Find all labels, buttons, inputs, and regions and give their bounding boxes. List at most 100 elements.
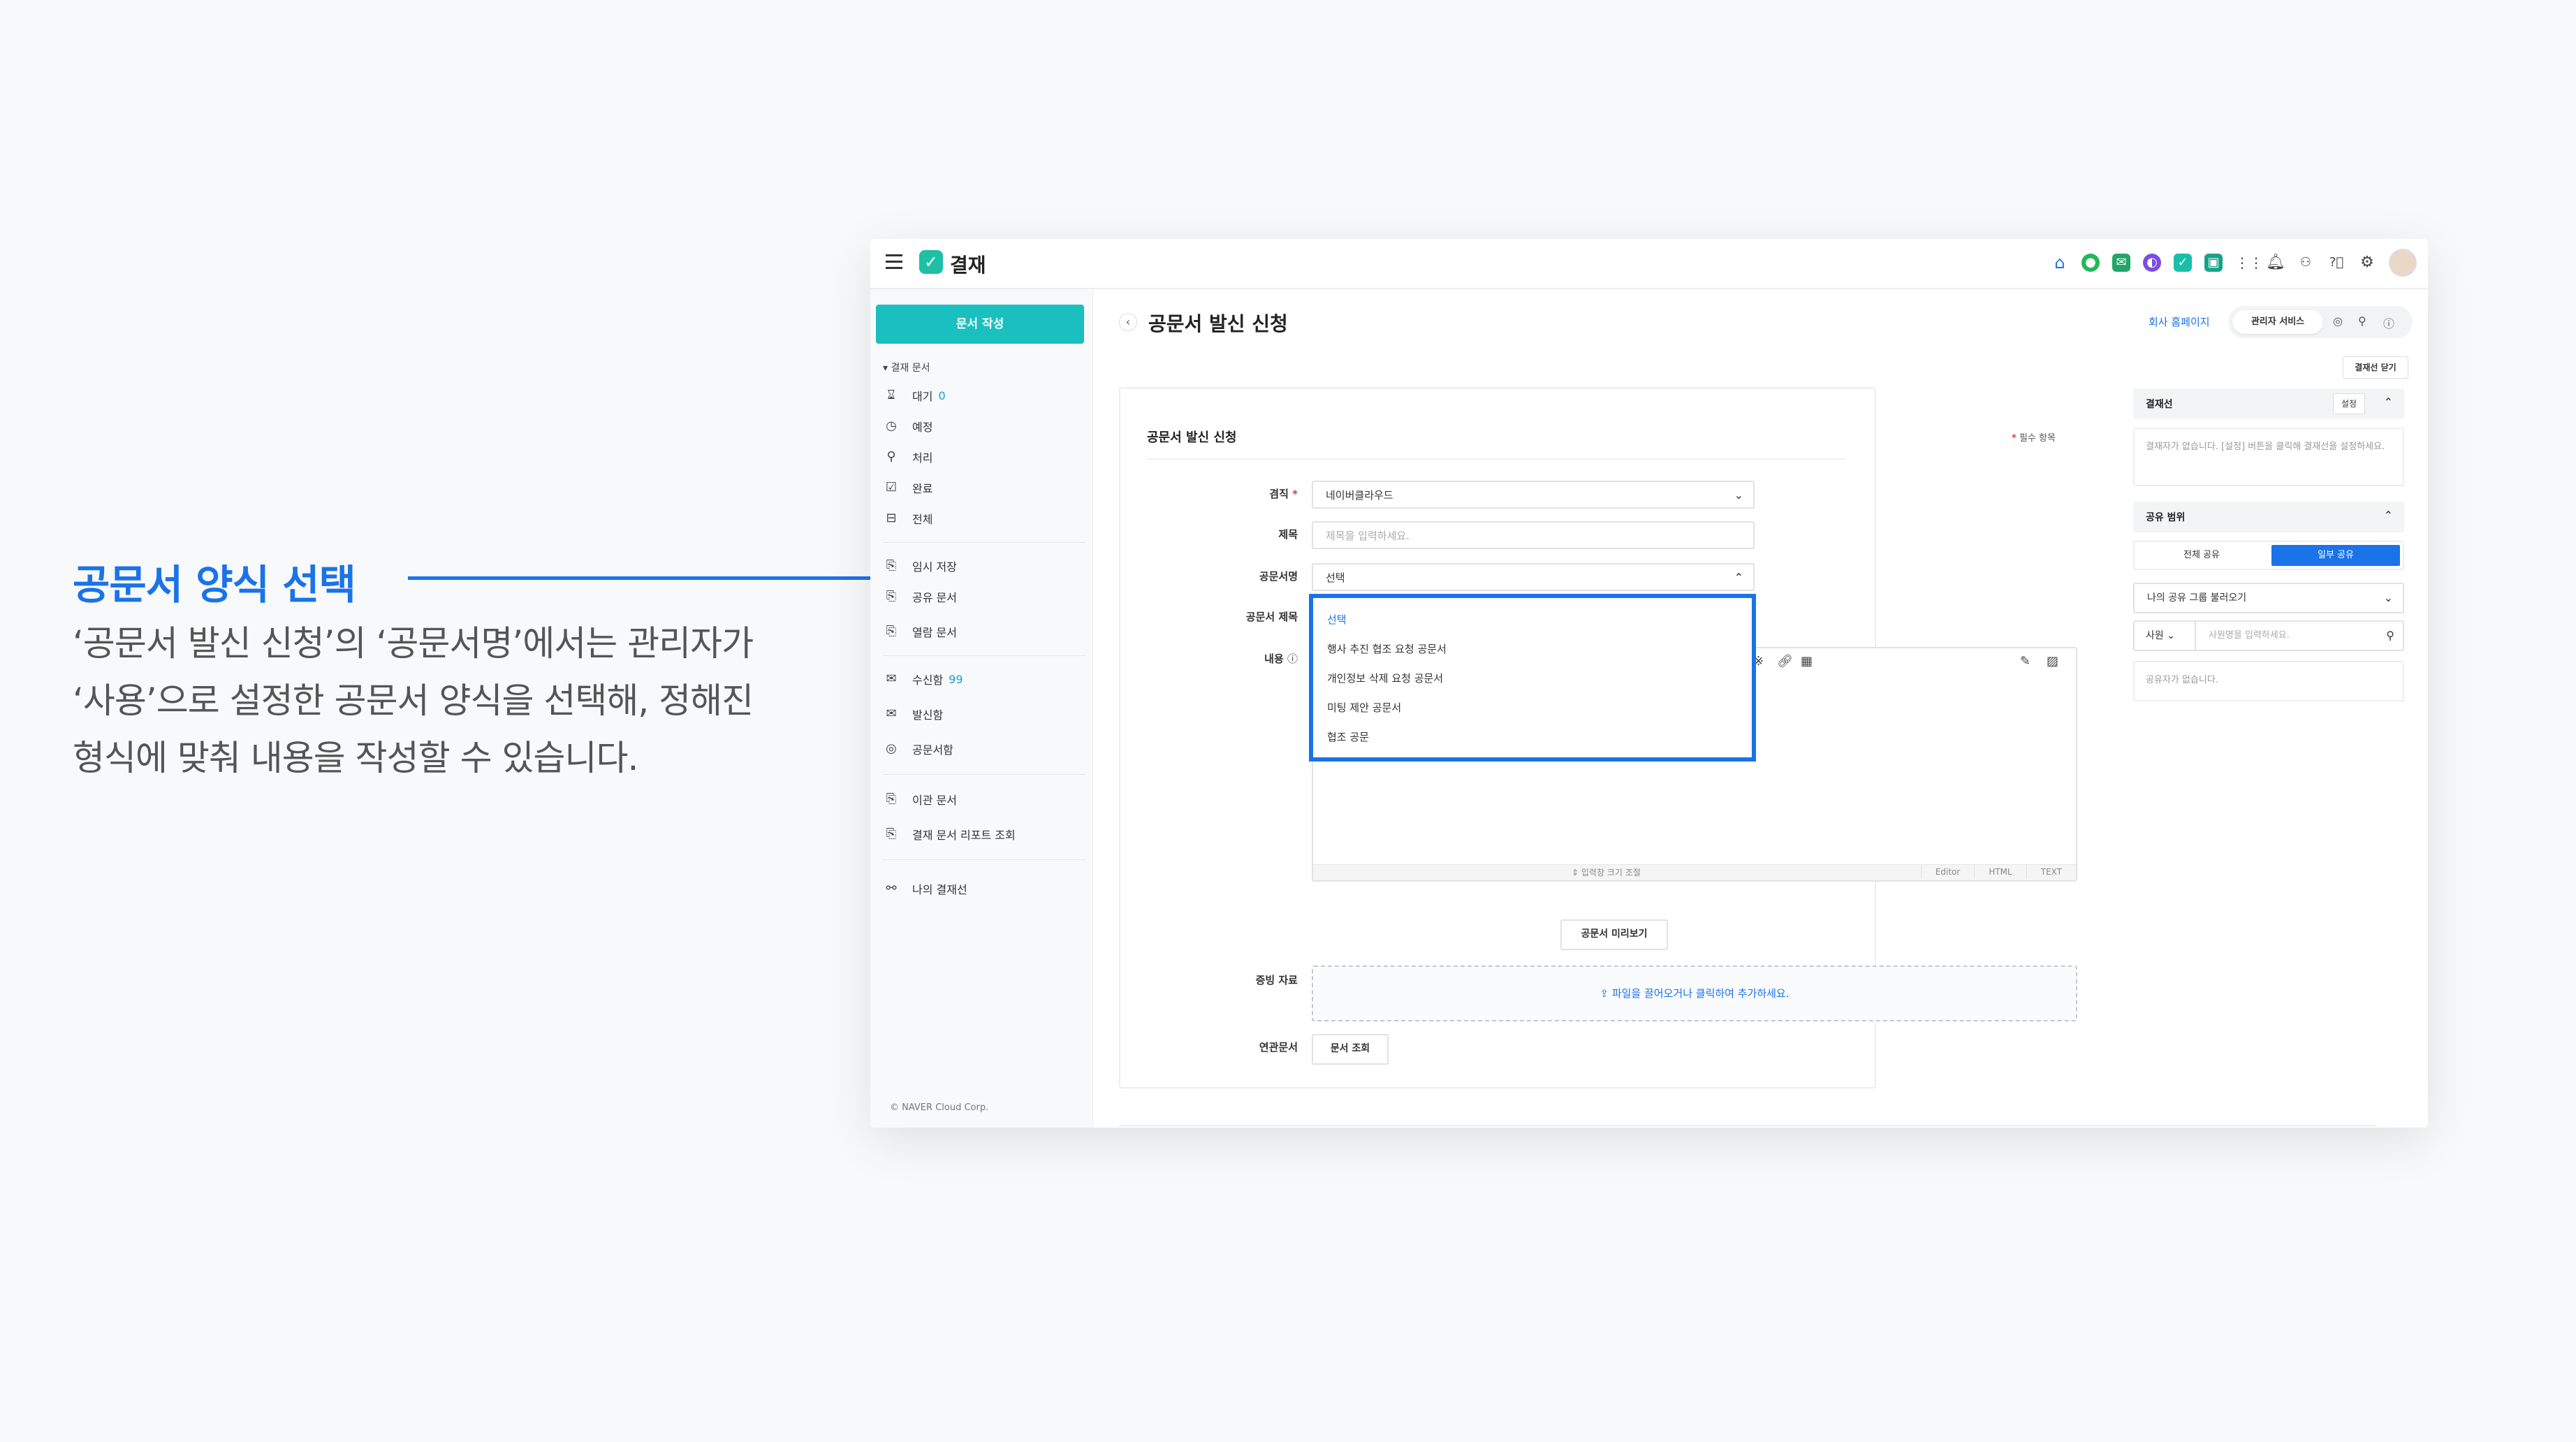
dropdown-option[interactable]: 행사 추진 협조 요청 공문서: [1327, 641, 1447, 656]
approval-line-empty: 결재자가 없습니다. [설정] 버튼을 클릭해 결재선을 설정하세요.: [2133, 428, 2404, 486]
tab-text[interactable]: TEXT: [2026, 865, 2076, 879]
doc-name-select[interactable]: 선택 ⌃: [1312, 563, 1755, 591]
search-type-select[interactable]: 사원 ⌄: [2135, 622, 2196, 650]
app-window: ✓ 결재 ⌂ ● ✉ ◐ ✓ ▣ ⋮⋮ 🔔︎ ⚇ ?⃝ ⚙ 문서 작성 ▾ 결재…: [870, 239, 2428, 1128]
sidebar-group-approval-docs[interactable]: ▾ 결재 문서: [883, 360, 930, 374]
target-icon[interactable]: ◎: [2333, 314, 2343, 328]
back-button[interactable]: ‹: [1119, 313, 1137, 331]
doc-search-button[interactable]: 문서 조회: [1312, 1034, 1389, 1065]
sidebar-divider: [883, 655, 1085, 656]
app-name: 결재: [950, 254, 986, 277]
chevron-down-icon: ⌄: [2383, 591, 2393, 604]
tab-editor[interactable]: Editor: [1920, 865, 1975, 879]
tab-html[interactable]: HTML: [1974, 865, 2026, 879]
sidebar-divider: [883, 859, 1085, 860]
settings-icon[interactable]: ⚙: [2358, 254, 2376, 272]
chevron-down-icon: ⌄: [2167, 630, 2175, 641]
approval-icon[interactable]: ✓: [2174, 254, 2192, 272]
sidebar-item-scheduled[interactable]: ◷ 예정: [883, 418, 932, 435]
official-doc-icon: ◎: [886, 741, 897, 756]
sharer-empty: 공유자가 없습니다.: [2133, 661, 2404, 701]
editor-mode-tabs: Editor HTML TEXT: [1920, 865, 2076, 879]
close-approval-line-button[interactable]: 결재선 닫기: [2343, 356, 2408, 379]
chevron-down-icon: ⌄: [1734, 488, 1743, 502]
image-icon[interactable]: ▨: [2047, 654, 2058, 669]
doc-title-label: 공문서 제목: [1245, 611, 1298, 623]
dropdown-option[interactable]: 협조 공문: [1327, 729, 1369, 744]
subject-input[interactable]: 제목을 입력하세요.: [1312, 521, 1755, 549]
info-icon: ⓘ: [1287, 653, 1298, 665]
doc-name-dropdown: 선택 행사 추진 협조 요청 공문서 개인정보 삭제 요청 공문서 미팅 제안 …: [1309, 594, 1756, 762]
preview-button[interactable]: 공문서 미리보기: [1560, 919, 1668, 950]
sidebar-item-transfer-docs[interactable]: ⎘ 이관 문서: [883, 791, 957, 808]
search-icon[interactable]: ⚲: [2358, 314, 2366, 328]
sidebar-item-report[interactable]: ⎘ 결재 문서 리포트 조회: [883, 826, 1016, 843]
drive-icon[interactable]: ▣: [2204, 254, 2223, 272]
dropdown-option[interactable]: 미팅 제안 공문서: [1327, 700, 1401, 715]
job-label: 겸직 *: [1269, 488, 1298, 500]
hourglass-icon: ⌛︎: [887, 388, 895, 402]
sidebar: 문서 작성 ▾ 결재 문서 ⌛︎ 대기 0 ◷ 예정 ⚲ 처리 ☑ 완료 ⊟ 전체 ⎘ 임시 …: [870, 289, 1093, 1128]
dropdown-option[interactable]: 개인정보 삭제 요청 공문서: [1327, 671, 1443, 685]
chevron-up-icon[interactable]: ⌃: [2384, 395, 2393, 409]
annotation-title: 공문서 양식 선택: [73, 561, 356, 609]
home-icon[interactable]: ⌂: [2051, 254, 2069, 272]
sidebar-item-all[interactable]: ⊟ 전체: [883, 510, 932, 527]
receive-mail-icon: ✉: [886, 671, 897, 686]
form-title: 공문서 발신 신청: [1147, 430, 1237, 445]
file-dropzone[interactable]: ⇪ 파일을 끌어오거나 클릭하여 추가하세요.: [1312, 966, 2077, 1021]
top-icons: ⌂ ● ✉ ◐ ✓ ▣ ⋮⋮ 🔔︎ ⚇ ?⃝ ⚙: [2051, 249, 2417, 277]
avatar[interactable]: [2389, 249, 2417, 277]
job-select[interactable]: 네이버클라우드 ⌄: [1312, 481, 1755, 509]
transfer-doc-icon: ⎘: [886, 792, 897, 806]
company-homepage-link[interactable]: 회사 홈페이지: [2149, 314, 2210, 329]
sidebar-item-my-approval-line[interactable]: ⚯ 나의 결재선: [883, 880, 967, 897]
calendar-icon[interactable]: ◐: [2143, 254, 2161, 272]
dropdown-option[interactable]: 선택: [1327, 612, 1347, 627]
inbox-icon: ⊟: [886, 511, 897, 525]
sidebar-item-outbox[interactable]: ✉ 발신함: [883, 706, 943, 722]
sidebar-divider: [883, 774, 1085, 775]
share-all-option[interactable]: 전체 공유: [2137, 545, 2266, 566]
edit-image-icon[interactable]: ✎: [2020, 654, 2030, 669]
search-icon[interactable]: ⚲: [2386, 622, 2394, 650]
editor-resize-handle[interactable]: ⇕ 입력창 크기 조절: [1572, 866, 1641, 878]
link-icon[interactable]: 🔗︎: [1777, 654, 1793, 669]
approval-app-icon: ✓: [919, 250, 943, 274]
shared-doc-icon: ⎘: [886, 589, 897, 604]
sidebar-item-shared-docs[interactable]: ⎘ 공유 문서: [883, 588, 957, 605]
share-partial-option[interactable]: 일부 공유: [2271, 545, 2400, 566]
sidebar-divider: [883, 542, 1085, 543]
bell-icon[interactable]: 🔔︎: [2266, 254, 2285, 272]
sidebar-item-completed[interactable]: ☑ 완료: [883, 479, 933, 496]
chat-icon[interactable]: ●: [2081, 254, 2100, 272]
mail-icon[interactable]: ✉: [2112, 254, 2130, 272]
sidebar-item-waiting[interactable]: ⌛︎ 대기 0: [883, 387, 945, 404]
annotation-description: ‘공문서 발신 신청’의 ‘공문서명’에서는 관리자가 ‘사용’으로 설정한 공…: [73, 623, 754, 778]
share-scope-header: 공유 범위 ⌃: [2133, 502, 2404, 532]
doc-name-label: 공문서명: [1259, 570, 1298, 583]
info-icon[interactable]: ⓘ: [2383, 314, 2394, 331]
sidebar-item-read-docs[interactable]: ⎘ 열람 문서: [883, 623, 957, 640]
table-icon[interactable]: ▦: [1801, 654, 1813, 669]
approval-line-setting-button[interactable]: 설정: [2333, 393, 2365, 414]
sidebar-item-inbox[interactable]: ✉ 수신함 99: [883, 671, 963, 687]
sidebar-item-drafts[interactable]: ⎘ 임시 저장: [883, 558, 957, 574]
admin-service-button[interactable]: 관리자 서비스: [2232, 310, 2323, 334]
send-mail-icon: ✉: [886, 706, 897, 721]
chevron-up-icon[interactable]: ⌃: [2384, 509, 2393, 522]
org-chart-icon[interactable]: ⚇: [2297, 254, 2315, 272]
new-document-button[interactable]: 문서 작성: [876, 305, 1084, 344]
sidebar-group-label: 결재 문서: [891, 363, 930, 374]
share-group-select[interactable]: 나의 공유 그룹 불러오기 ⌄: [2133, 583, 2404, 613]
sidebar-item-processed[interactable]: ⚲ 처리: [883, 449, 932, 465]
related-doc-label: 연관문서: [1259, 1041, 1298, 1054]
menu-icon[interactable]: [886, 254, 902, 269]
help-icon[interactable]: ?⃝: [2327, 254, 2346, 272]
check-doc-icon: ☑: [885, 480, 898, 495]
count-badge: 99: [949, 672, 963, 686]
apps-grid-icon[interactable]: ⋮⋮: [2235, 254, 2263, 272]
employee-search-input[interactable]: 사원명을 입력하세요.: [2209, 622, 2290, 650]
read-doc-icon: ⎘: [886, 624, 897, 639]
sidebar-item-official-docs[interactable]: ◎ 공문서함: [883, 741, 953, 757]
